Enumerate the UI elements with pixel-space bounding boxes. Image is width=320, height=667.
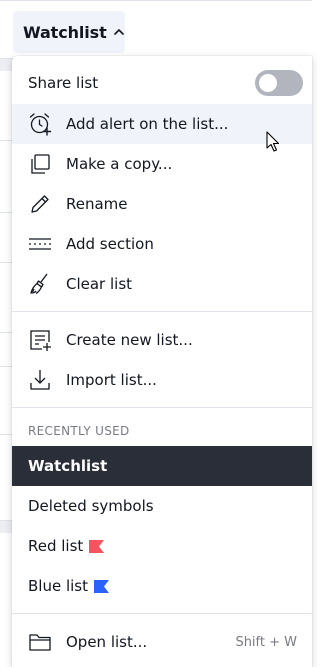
watchlist-dropdown-menu: Share list Add alert on the list... Make… bbox=[12, 56, 312, 667]
watchlist-menu-button[interactable]: Watchlist bbox=[13, 11, 125, 53]
alarm-clock-plus-icon bbox=[28, 112, 52, 136]
clear-list-item[interactable]: Clear list bbox=[12, 264, 312, 304]
red-flag-icon bbox=[89, 539, 105, 554]
toggle-knob bbox=[259, 74, 277, 92]
recent-list-label: Deleted symbols bbox=[28, 497, 154, 515]
add-section-label: Add section bbox=[66, 235, 154, 253]
recent-list-label: Red list bbox=[28, 537, 84, 555]
share-list-item[interactable]: Share list bbox=[12, 63, 312, 103]
import-list-item[interactable]: Import list... bbox=[12, 360, 312, 400]
recent-list-label: Blue list bbox=[28, 577, 88, 595]
make-copy-label: Make a copy... bbox=[66, 155, 173, 173]
add-alert-item[interactable]: Add alert on the list... bbox=[12, 104, 312, 144]
recent-list-blue[interactable]: Blue list bbox=[12, 566, 312, 606]
menu-divider bbox=[12, 613, 312, 614]
add-alert-label: Add alert on the list... bbox=[66, 115, 229, 133]
recent-list-deleted-symbols[interactable]: Deleted symbols bbox=[12, 486, 312, 526]
watchlist-title: Watchlist bbox=[23, 22, 107, 42]
clear-list-label: Clear list bbox=[66, 275, 133, 293]
pencil-icon bbox=[28, 192, 52, 216]
open-list-shortcut: Shift + W bbox=[235, 634, 297, 650]
top-border bbox=[0, 0, 312, 1]
recent-list-red[interactable]: Red list bbox=[12, 526, 312, 566]
create-new-list-item[interactable]: Create new list... bbox=[12, 320, 312, 360]
add-section-item[interactable]: Add section bbox=[12, 224, 312, 264]
share-list-label: Share list bbox=[28, 74, 99, 92]
rename-label: Rename bbox=[66, 195, 128, 213]
rename-item[interactable]: Rename bbox=[12, 184, 312, 224]
create-new-list-label: Create new list... bbox=[66, 331, 193, 349]
import-icon bbox=[28, 368, 52, 392]
open-list-label: Open list... bbox=[66, 633, 148, 651]
open-list-item[interactable]: Open list... Shift + W bbox=[12, 622, 312, 662]
menu-divider bbox=[12, 311, 312, 312]
recent-list-watchlist[interactable]: Watchlist bbox=[12, 446, 312, 486]
add-section-icon bbox=[28, 232, 52, 256]
broom-icon bbox=[28, 272, 52, 296]
make-copy-item[interactable]: Make a copy... bbox=[12, 144, 312, 184]
folder-icon bbox=[28, 630, 52, 654]
copy-icon bbox=[28, 152, 52, 176]
recent-list-label: Watchlist bbox=[28, 457, 108, 475]
chevron-up-icon bbox=[113, 26, 125, 38]
new-list-icon bbox=[28, 328, 52, 352]
blue-flag-icon bbox=[94, 579, 109, 594]
menu-divider bbox=[12, 407, 312, 408]
share-list-toggle[interactable] bbox=[255, 70, 303, 96]
recently-used-heading: RECENTLY USED bbox=[28, 424, 130, 438]
import-list-label: Import list... bbox=[66, 371, 157, 389]
